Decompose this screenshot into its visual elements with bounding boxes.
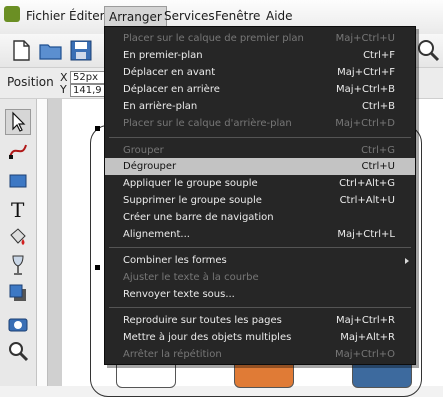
menu-item-deplacer-en-avant[interactable]: Déplacer en avant Maj+Ctrl+F: [105, 64, 415, 81]
position-label: Position: [7, 75, 54, 89]
rectangle-icon[interactable]: [6, 169, 30, 193]
text-icon[interactable]: T: [6, 197, 30, 221]
y-label: Y: [60, 83, 67, 96]
submenu-arrow-icon: [405, 258, 409, 264]
shape-edit-icon[interactable]: [6, 139, 30, 163]
menu-separator: [109, 137, 411, 138]
selector-arrow-icon[interactable]: [5, 109, 31, 135]
menu-item-mettre-a-jour-objets[interactable]: Mettre à jour des objets multiples Maj+Al…: [105, 329, 415, 346]
tool-strip: T: [0, 99, 37, 386]
menu-item-grouper: Grouper Ctrl+G: [123, 145, 395, 156]
shadow-icon[interactable]: [6, 281, 30, 305]
selection-handle[interactable]: [95, 126, 100, 131]
menu-item-combiner-formes[interactable]: Combiner les formes: [105, 252, 415, 269]
menu-item-degrouper[interactable]: Dégrouper Ctrl+U: [105, 158, 415, 175]
menu-item-en-arriere-plan[interactable]: En arrière-plan Ctrl+B: [105, 98, 415, 115]
open-folder-icon[interactable]: [38, 38, 64, 62]
menu-fichier[interactable]: Fichier: [26, 9, 65, 23]
save-icon[interactable]: [68, 38, 94, 62]
menu-fenetre[interactable]: Fenêtre: [215, 9, 260, 23]
menu-services[interactable]: Services: [164, 9, 215, 23]
menu-aide[interactable]: Aide: [266, 9, 293, 23]
menu-item-deplacer-en-arriere[interactable]: Déplacer en arrière Maj+Ctrl+B: [105, 81, 415, 98]
zoom-icon[interactable]: [415, 38, 441, 62]
menu-separator: [109, 307, 411, 308]
arranger-dropdown-menu: Placer sur le calque de premier plan Maj+…: [104, 26, 416, 365]
menu-item-reproduire-pages[interactable]: Reproduire sur toutes les pages Maj+Ctrl+…: [105, 312, 415, 329]
camera-icon[interactable]: [6, 311, 30, 335]
zoom-tool-icon[interactable]: [6, 339, 30, 363]
selection-handle[interactable]: [95, 265, 100, 270]
menu-item-renvoyer-texte[interactable]: Renvoyer texte sous...: [105, 286, 415, 303]
menu-item-placer-arriere-plan: Placer sur le calque d'arrière-plan Maj+C…: [123, 118, 395, 129]
menu-item-placer-premier-plan: Placer sur le calque de premier plan Maj+…: [123, 33, 395, 44]
menu-item-appliquer-groupe-souple[interactable]: Appliquer le groupe souple Ctrl+Alt+G: [105, 175, 415, 192]
menu-item-alignement[interactable]: Alignement... Maj+Ctrl+L: [105, 226, 415, 243]
new-document-icon[interactable]: [8, 38, 34, 62]
menu-item-creer-barre-navigation[interactable]: Créer une barre de navigation: [105, 209, 415, 226]
menu-item-arreter-repetition: Arrêter la répétition Maj+Ctrl+O: [123, 349, 395, 360]
menu-item-supprimer-groupe-souple[interactable]: Supprimer le groupe souple Ctrl+Alt+U: [105, 192, 415, 209]
svg-text:T: T: [11, 198, 25, 221]
menu-item-en-premier-plan[interactable]: En premier-plan Ctrl+F: [105, 47, 415, 64]
fill-bucket-icon[interactable]: [6, 225, 30, 249]
menu-arranger[interactable]: Arranger: [104, 6, 167, 28]
menu-editer[interactable]: Éditer: [69, 9, 105, 23]
vertical-ruler[interactable]: [37, 99, 48, 386]
menu-item-ajuster-texte-courbe: Ajuster le texte à la courbe: [123, 272, 259, 283]
app-logo-icon[interactable]: [4, 6, 20, 22]
transparency-glass-icon[interactable]: [6, 253, 30, 277]
menu-separator: [109, 247, 411, 248]
